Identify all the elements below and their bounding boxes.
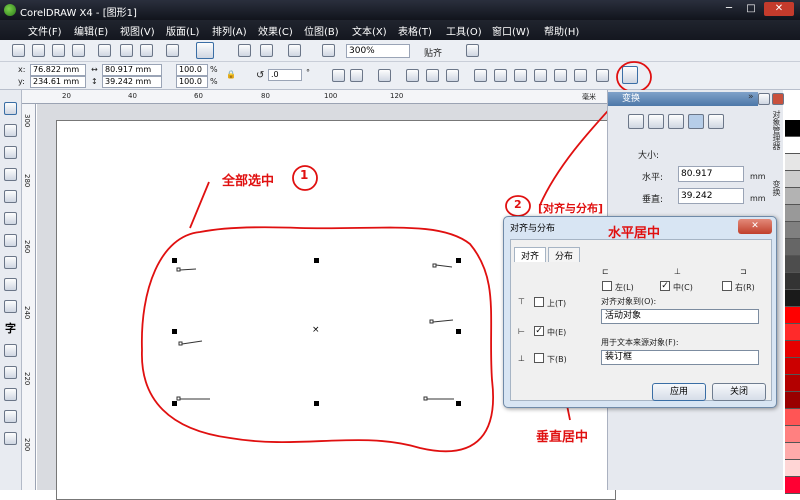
docker-title: 变换 (608, 92, 758, 106)
vertical-size-label: 垂直: (642, 195, 664, 205)
step-1-marker: 1 (300, 168, 309, 182)
palette-swatch[interactable] (785, 273, 800, 290)
palette-swatch[interactable] (785, 443, 800, 460)
center-v-label: 中(E) (547, 328, 567, 337)
left-label: 左(L) (615, 283, 634, 292)
palette-swatch[interactable] (785, 392, 800, 409)
select-all-annotation: 全部选中 (222, 174, 275, 189)
tab-align[interactable]: 对齐 (514, 247, 547, 262)
palette-swatch[interactable] (785, 120, 800, 137)
palette-swatch[interactable] (785, 239, 800, 256)
palette-swatch[interactable] (785, 290, 800, 307)
align-to-label: 对齐对象到(O): (601, 297, 657, 306)
palette-swatch[interactable] (785, 375, 800, 392)
text-source-select[interactable]: 装订框 (601, 350, 759, 365)
palette-swatch[interactable] (785, 171, 800, 188)
palette-swatch[interactable] (785, 358, 800, 375)
palette-swatch[interactable] (785, 222, 800, 239)
align-top-icon: ⊤ (518, 297, 525, 306)
step-2-marker: 2 (514, 198, 522, 211)
dialog-close-icon[interactable]: ✕ (738, 219, 772, 234)
apply-button[interactable]: 应用 (652, 383, 706, 401)
top-checkbox[interactable] (534, 297, 544, 307)
docker-collapse-icon[interactable]: » (748, 92, 754, 102)
text-source-label: 用于文本来源对象(F): (601, 338, 679, 347)
dialog-title: 对齐与分布 (510, 224, 556, 234)
center-h-checkbox[interactable]: ✓ (660, 281, 670, 291)
align-center-h-icon: ⊥ (674, 267, 681, 276)
vertical-size-field[interactable]: 39.242 (678, 188, 744, 204)
transform-side-tab[interactable]: 变换 (770, 180, 782, 210)
horizontal-size-label: 水平: (642, 173, 664, 183)
top-label: 上(T) (547, 299, 567, 308)
palette-swatch[interactable] (785, 426, 800, 443)
palette-swatch[interactable] (785, 460, 800, 477)
skew-transform-icon[interactable] (708, 114, 724, 129)
docker-close-icon[interactable] (772, 93, 784, 105)
tab-distribute[interactable]: 分布 (548, 247, 581, 262)
right-label: 右(R) (735, 283, 755, 292)
scale-transform-icon[interactable] (668, 114, 684, 129)
center-h-label: 中(C) (673, 283, 693, 292)
position-transform-icon[interactable] (628, 114, 644, 129)
align-bottom-icon: ⊥ (518, 354, 525, 363)
horizontal-unit: mm (750, 172, 766, 181)
palette-swatch[interactable] (785, 154, 800, 171)
palette-swatch[interactable] (785, 477, 800, 494)
palette-swatch[interactable] (785, 307, 800, 324)
rotate-transform-icon[interactable] (648, 114, 664, 129)
bottom-checkbox[interactable] (534, 353, 544, 363)
size-transform-icon[interactable] (688, 114, 704, 129)
palette-swatch[interactable] (785, 324, 800, 341)
center-v-checkbox[interactable]: ✓ (534, 326, 544, 336)
horizontal-size-field[interactable]: 80.917 (678, 166, 744, 182)
vertical-center-annotation: 垂直居中 (536, 430, 589, 445)
close-button[interactable]: 关闭 (712, 383, 766, 401)
align-distribute-dialog: 对齐与分布 ✕ 对齐 分布 ⊏ 左(L) ⊥ ✓ 中(C) ⊐ 右(R) ⊤ 上… (503, 216, 777, 408)
align-center-v-icon: ⊢ (518, 327, 525, 336)
vertical-unit: mm (750, 194, 766, 203)
align-left-icon: ⊏ (602, 267, 609, 276)
palette-swatch[interactable] (785, 256, 800, 273)
bottom-label: 下(B) (547, 355, 567, 364)
horizontal-center-annotation: 水平居中 (608, 226, 661, 241)
dialog-name-annotation: [对齐与分布] (538, 202, 604, 215)
palette-swatch[interactable] (785, 409, 800, 426)
docker-minimize-icon[interactable] (758, 93, 770, 105)
palette-swatch[interactable] (785, 137, 800, 154)
palette-swatch[interactable] (785, 205, 800, 222)
palette-swatch[interactable] (785, 188, 800, 205)
align-right-icon: ⊐ (740, 267, 747, 276)
right-checkbox[interactable] (722, 281, 732, 291)
left-checkbox[interactable] (602, 281, 612, 291)
color-palette (785, 120, 800, 494)
align-to-select[interactable]: 活动对象 (601, 309, 759, 324)
size-label: 大小: (638, 151, 660, 161)
palette-swatch[interactable] (785, 341, 800, 358)
